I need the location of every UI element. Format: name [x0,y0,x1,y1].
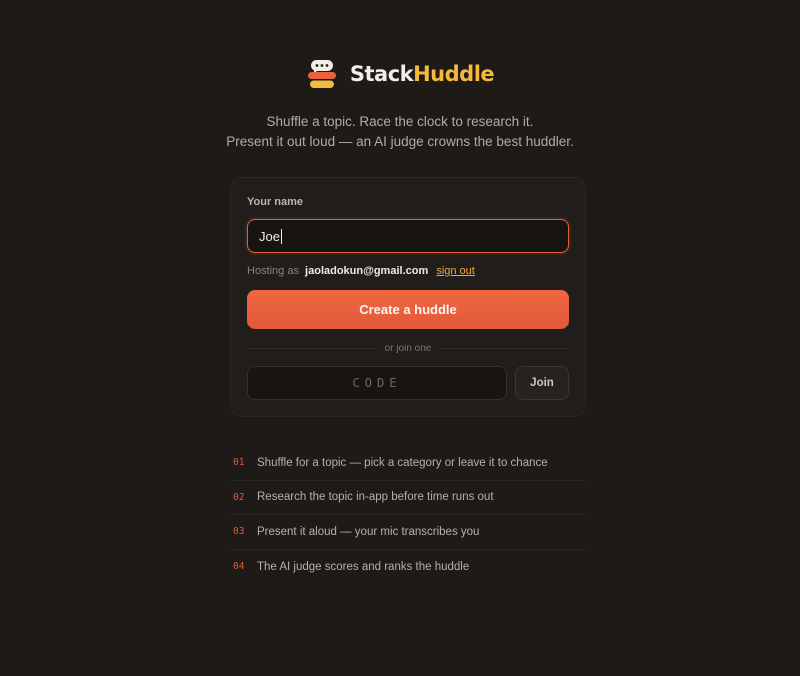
hosting-prefix: Hosting as [247,265,299,277]
step-number: 01 [233,457,245,469]
name-input[interactable]: Joe [247,219,569,253]
step-item: 03 Present it aloud — your mic transcrib… [230,515,586,550]
divider-line-right [441,347,570,349]
steps-list: 01 Shuffle for a topic — pick a category… [230,446,586,584]
step-item: 01 Shuffle for a topic — pick a category… [230,446,586,481]
name-label: Your name [247,196,304,208]
huddle-card: Your name Joe Hosting as jaoladokun@gmai… [230,177,586,417]
step-text: Research the topic in-app before time ru… [257,491,494,504]
step-item: 02 Research the topic in-app before time… [230,481,586,515]
divider-text: or join one [384,342,432,354]
step-number: 04 [233,561,245,573]
step-number: 03 [233,526,245,538]
text-caret [280,228,282,244]
sign-out-link[interactable]: sign out [436,265,475,277]
code-placeholder: CODE [352,376,402,390]
brand-name: StackHuddle [349,58,495,90]
name-input-value: Joe [259,228,280,244]
step-item: 04 The AI judge scores and ranks the hud… [230,550,586,585]
tagline-line1: Shuffle a topic. Race the clock to resea… [266,114,534,129]
logo: StackHuddle [0,58,800,90]
brand-name-part1: Stack [349,62,414,86]
step-text: Shuffle for a topic — pick a category or… [257,456,548,469]
step-text: The AI judge scores and ranks the huddle [257,560,470,573]
step-number: 02 [233,491,245,503]
tagline-line2: Present it out loud — an AI judge crowns… [226,134,574,149]
create-huddle-button[interactable]: Create a huddle [247,290,569,329]
hosting-email: jaoladokun@gmail.com [305,265,429,277]
code-input[interactable]: CODE [247,366,507,400]
divider-line-left [247,347,375,349]
tagline: Shuffle a topic. Race the clock to resea… [0,112,800,152]
brand-name-part2: Huddle [413,62,495,86]
page: StackHuddle Shuffle a topic. Race the cl… [0,0,800,676]
join-button[interactable]: Join [515,366,569,400]
hosting-info: Hosting as jaoladokun@gmail.com sign out [247,265,475,277]
step-text: Present it aloud — your mic transcribes … [257,525,480,538]
stack-logo-icon [306,58,338,90]
or-join-divider: or join one [247,341,570,355]
